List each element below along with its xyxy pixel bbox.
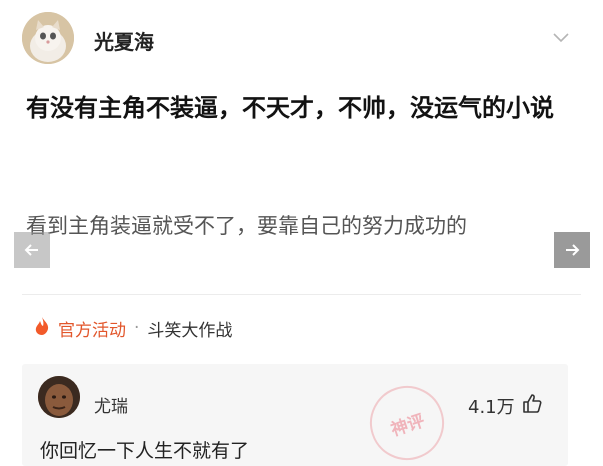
chevron-down-icon[interactable]: [552, 28, 570, 46]
arrow-right-icon[interactable]: [554, 232, 590, 268]
activity-topic[interactable]: 斗笑大作战: [147, 316, 232, 341]
top-comment-stamp: 神评: [360, 376, 454, 466]
author-name[interactable]: 光夏海: [94, 26, 154, 55]
author-avatar[interactable]: [22, 12, 74, 64]
like-button[interactable]: 4.1万: [468, 392, 543, 419]
activity-separator: ·: [134, 318, 140, 338]
post-title[interactable]: 有没有主角不装逼，不天才，不帅，没运气的小说: [26, 86, 586, 130]
post-summary[interactable]: 看到主角装逼就受不了，要靠自己的努力成功的: [26, 210, 566, 240]
like-count: 4.1万: [468, 396, 515, 418]
arrow-left-icon[interactable]: [14, 232, 50, 268]
commenter-name[interactable]: 尤瑞: [94, 392, 128, 417]
commenter-avatar[interactable]: [38, 376, 80, 418]
comment-text: 你回忆一下人生不就有了: [40, 440, 250, 462]
top-comment[interactable]: 神评 尤瑞 4.1万 你回忆一下人生不就有了: [22, 364, 568, 466]
activity-tag[interactable]: 官方活动: [58, 316, 126, 341]
thumbs-up-icon: [521, 392, 543, 419]
activity-row[interactable]: 官方活动 · 斗笑大作战: [34, 314, 232, 342]
divider: [22, 294, 581, 295]
fire-icon: [34, 316, 50, 341]
